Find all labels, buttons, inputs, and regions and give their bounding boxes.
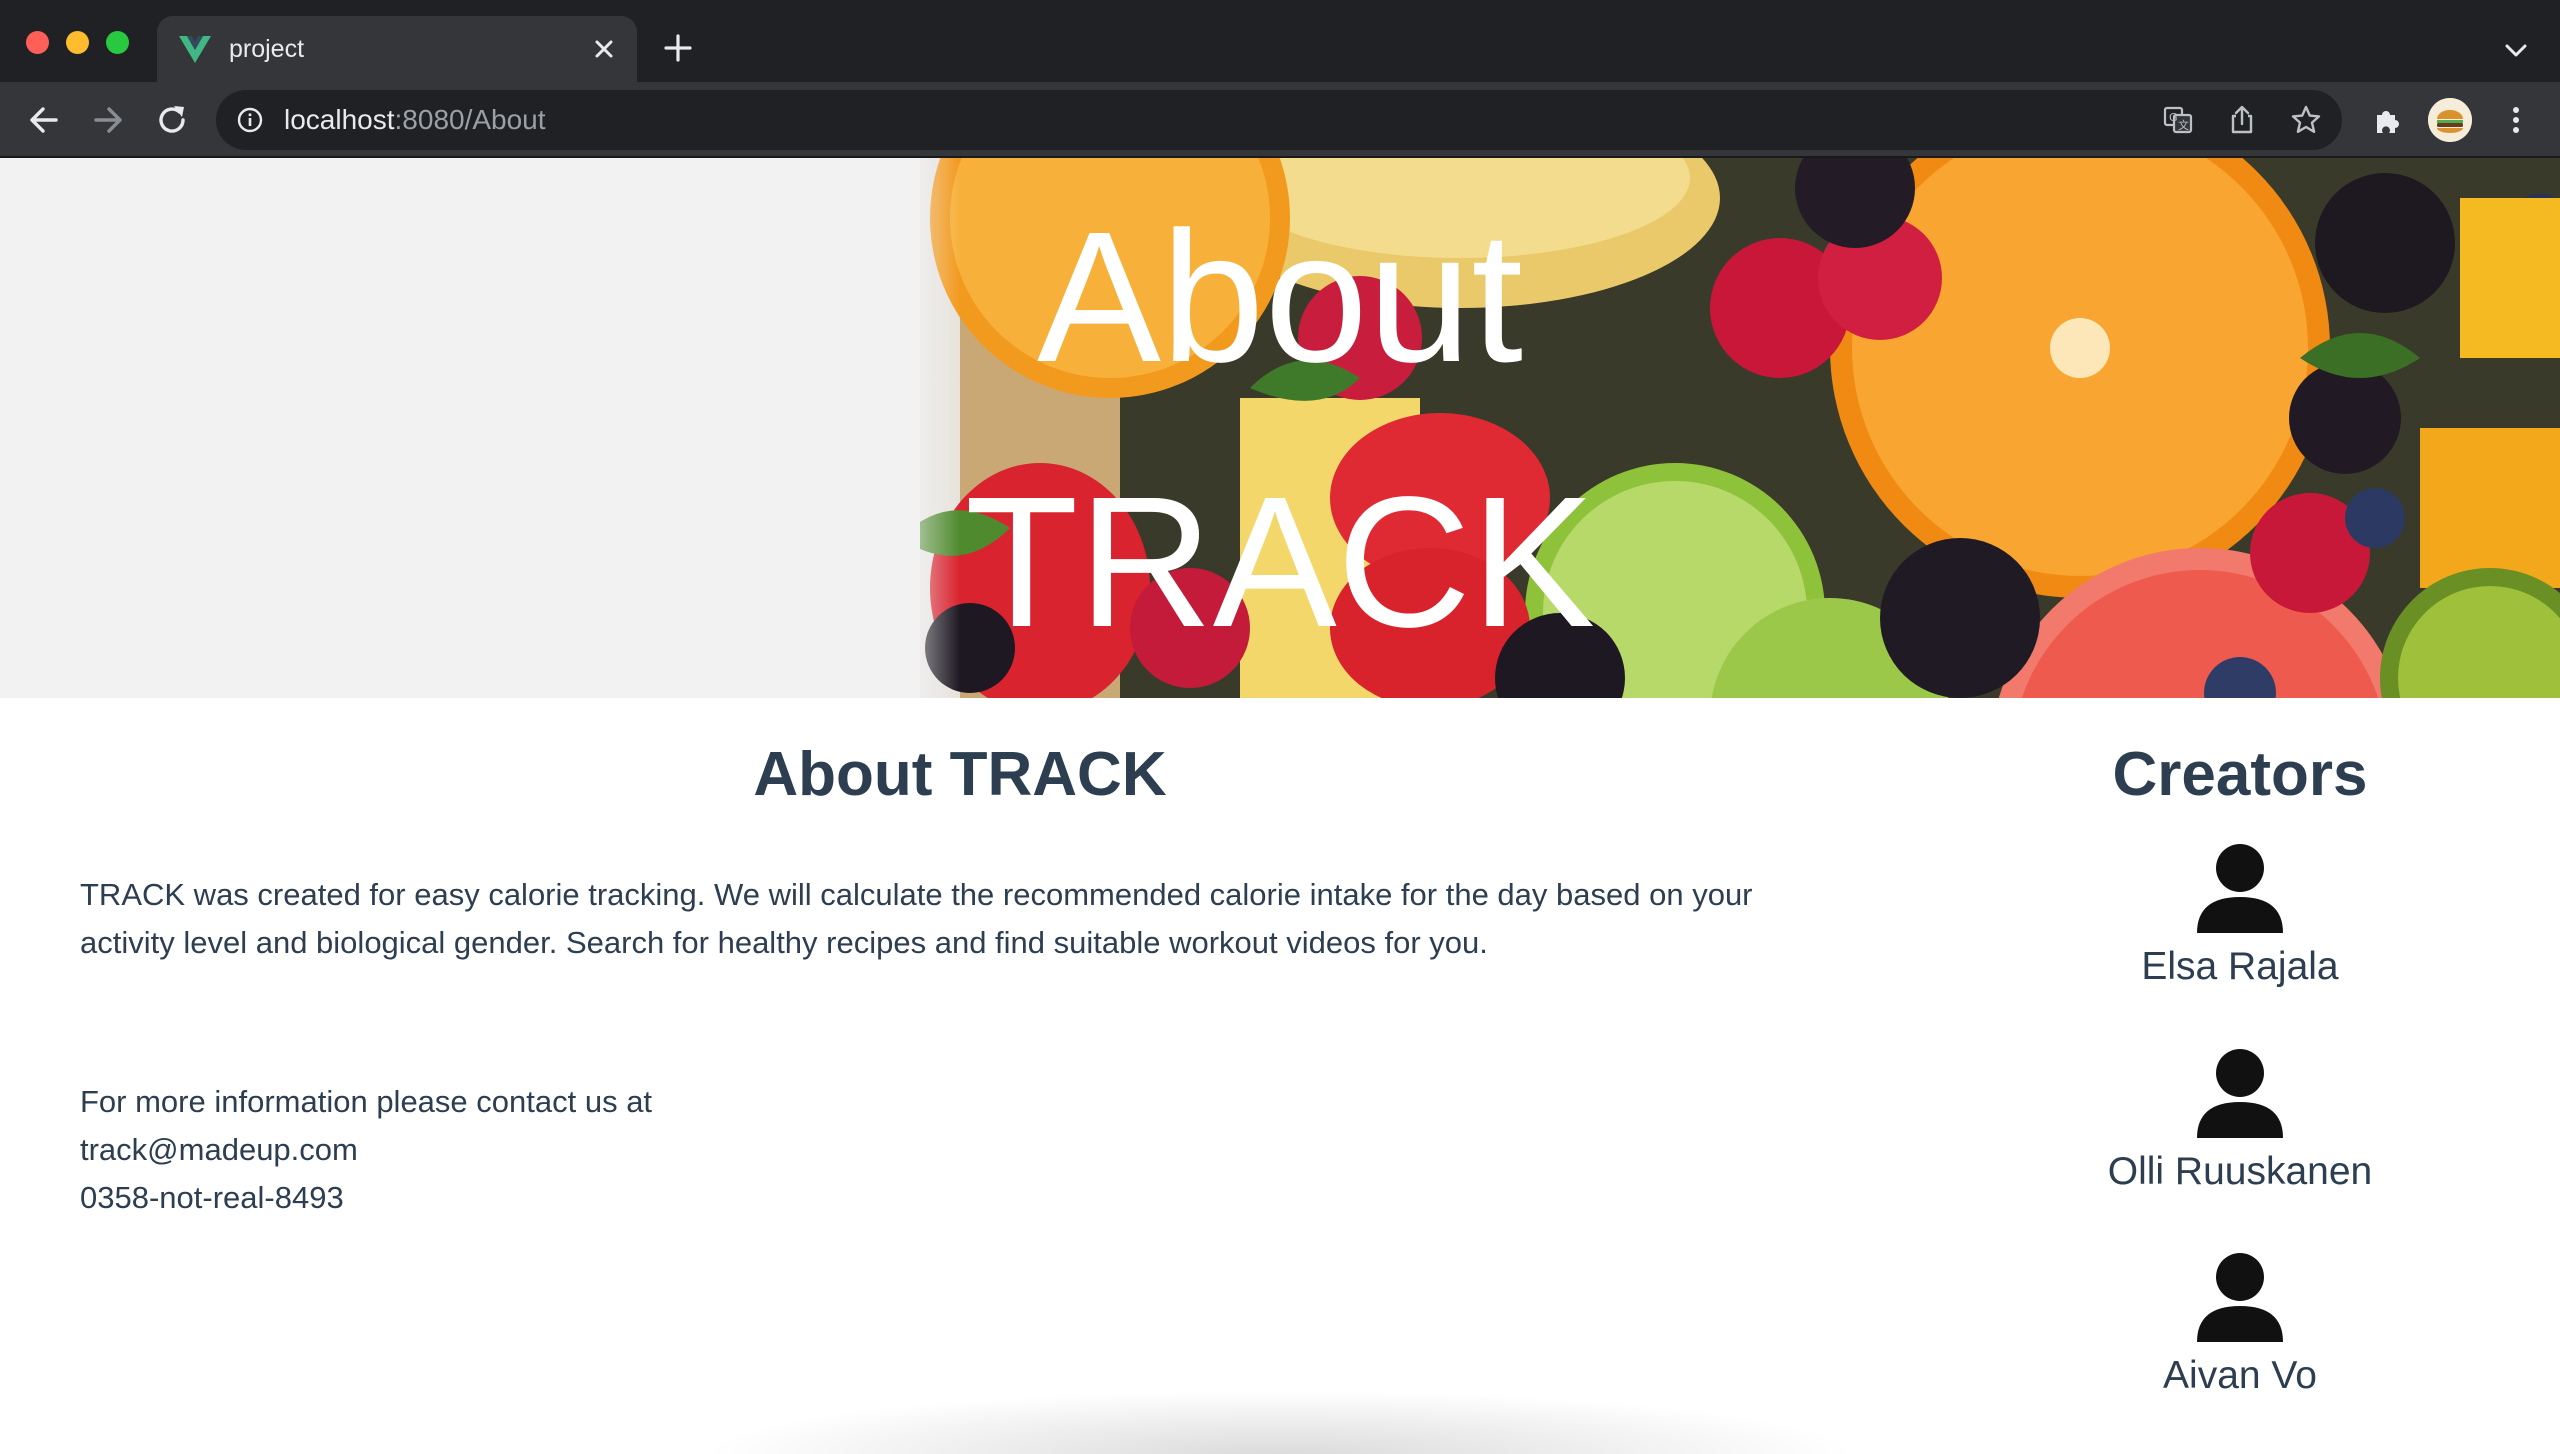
- window-minimize-button[interactable]: [66, 31, 89, 54]
- contact-info: For more information please contact us a…: [80, 1078, 652, 1222]
- about-description: TRACK was created for easy calorie track…: [80, 871, 1840, 967]
- tab-title: project: [229, 35, 305, 63]
- creator-name: Elsa Rajala: [2141, 945, 2339, 988]
- back-icon[interactable]: [24, 100, 64, 140]
- url-host: localhost: [284, 104, 395, 135]
- person-icon: [2197, 1253, 2283, 1342]
- new-tab-plus-icon[interactable]: [660, 30, 696, 66]
- contact-email: track@madeup.com: [80, 1132, 358, 1167]
- person-icon: [2197, 844, 2283, 933]
- kebab-menu-icon[interactable]: [2498, 102, 2534, 138]
- hero-title-about: About: [1036, 194, 1524, 401]
- browser-tab-bar: project: [0, 0, 2560, 82]
- creator-name: Aivan Vo: [2163, 1354, 2317, 1397]
- hero-title-track: TRACK: [964, 459, 1596, 666]
- svg-text:文: 文: [2178, 118, 2189, 132]
- creators-heading: Creators: [2112, 740, 2368, 809]
- person-icon: [2197, 1049, 2283, 1138]
- footer-shadow: [700, 1390, 1860, 1454]
- tab-search-chevron-down-icon[interactable]: [2498, 32, 2534, 68]
- hero-banner: About TRACK: [0, 158, 2560, 698]
- browser-toolbar: localhost:8080/About G 文: [0, 82, 2560, 158]
- url-path: :8080/About: [394, 104, 546, 135]
- extensions-puzzle-icon[interactable]: [2370, 102, 2406, 138]
- about-description-line1: TRACK was created for easy calorie track…: [80, 877, 1753, 912]
- burger-avatar-icon: [2428, 98, 2472, 142]
- profile-avatar[interactable]: [2428, 98, 2472, 142]
- vue-favicon-icon: [179, 36, 211, 63]
- forward-icon[interactable]: [88, 100, 128, 140]
- browser-tab-active[interactable]: project: [157, 16, 637, 82]
- contact-intro: For more information please contact us a…: [80, 1084, 653, 1119]
- tab-close-icon[interactable]: [589, 34, 619, 64]
- creator-name: Olli Ruuskanen: [2107, 1150, 2373, 1193]
- about-description-line2: activity level and biological gender. Se…: [80, 925, 1488, 960]
- address-bar[interactable]: localhost:8080/About G 文: [216, 90, 2342, 150]
- url-text: localhost:8080/About: [284, 104, 546, 136]
- window-close-button[interactable]: [26, 31, 49, 54]
- bookmark-star-icon[interactable]: [2290, 104, 2322, 136]
- contact-phone: 0358-not-real-8493: [80, 1180, 344, 1215]
- translate-icon[interactable]: G 文: [2162, 104, 2194, 136]
- reload-icon[interactable]: [152, 100, 192, 140]
- site-info-icon[interactable]: [236, 106, 264, 134]
- window-zoom-button[interactable]: [106, 31, 129, 54]
- about-heading: About TRACK: [753, 740, 1167, 809]
- svg-text:G: G: [2169, 111, 2178, 124]
- share-icon[interactable]: [2226, 104, 2258, 136]
